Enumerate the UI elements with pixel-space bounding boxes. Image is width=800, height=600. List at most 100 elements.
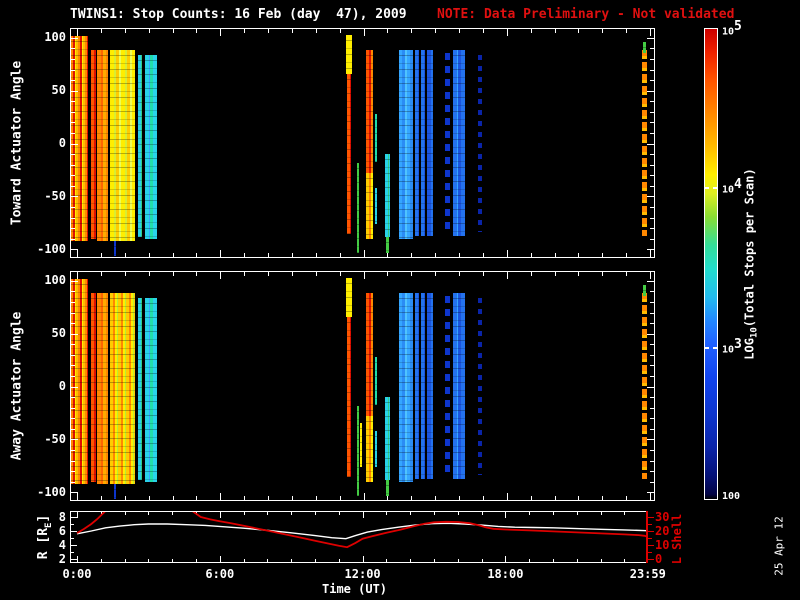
spectro-stripe bbox=[356, 162, 359, 254]
x-tick bbox=[554, 496, 556, 500]
x-tick bbox=[411, 29, 413, 33]
y-tick bbox=[650, 354, 654, 356]
y-tick bbox=[647, 439, 654, 441]
y-axis-label-away: Away Actuator Angle bbox=[9, 311, 25, 461]
y-tick-label: -50 bbox=[44, 188, 66, 203]
spectro-stripe bbox=[420, 50, 426, 237]
y-tick bbox=[647, 143, 654, 145]
y-tick bbox=[71, 407, 75, 409]
x-tick bbox=[291, 272, 293, 276]
x-tick bbox=[506, 493, 508, 500]
y-tick bbox=[71, 481, 75, 483]
x-tick bbox=[650, 250, 651, 257]
x-tick bbox=[244, 272, 246, 276]
spectro-stripe bbox=[399, 293, 414, 482]
spectro-stripe bbox=[385, 154, 390, 237]
x-tick bbox=[411, 496, 413, 500]
colorbar-dash bbox=[713, 346, 717, 349]
colorbar bbox=[704, 28, 718, 500]
y-tick bbox=[650, 471, 654, 473]
spectro-stripe bbox=[374, 356, 378, 406]
y-tick bbox=[71, 301, 75, 303]
y-tick bbox=[71, 333, 78, 335]
x-tick bbox=[578, 253, 580, 257]
colorbar-tick-label: 104 bbox=[722, 177, 742, 196]
y-tick bbox=[650, 48, 654, 50]
y-tick bbox=[650, 185, 654, 187]
x-tick bbox=[482, 272, 484, 276]
r-tick-label: 6 bbox=[58, 523, 66, 538]
x-tick bbox=[387, 253, 389, 257]
spectro-stripe bbox=[71, 35, 88, 241]
lshell-axis-line bbox=[646, 511, 648, 563]
x-tick bbox=[196, 496, 198, 500]
x-tick bbox=[339, 29, 341, 33]
x-tick bbox=[411, 253, 413, 257]
spectro-stripe bbox=[346, 34, 353, 74]
y-tick bbox=[650, 291, 654, 293]
x-tick bbox=[459, 29, 460, 33]
y-tick bbox=[71, 428, 75, 430]
colorbar-dash bbox=[705, 346, 709, 349]
spectro-stripe bbox=[642, 285, 646, 296]
l-tick-label: 10 bbox=[655, 537, 670, 552]
x-tick bbox=[602, 253, 604, 257]
x-tick bbox=[459, 253, 460, 257]
spectro-stripe bbox=[444, 295, 451, 478]
y-tick bbox=[650, 460, 654, 462]
y-tick-label: -100 bbox=[37, 484, 66, 499]
r-tick-label: 8 bbox=[58, 509, 66, 524]
y-tick bbox=[650, 375, 654, 377]
preliminary-note: NOTE: Data Preliminary - Not validated bbox=[437, 7, 735, 22]
y-tick-label: 0 bbox=[58, 136, 66, 150]
x-tick bbox=[530, 29, 532, 33]
y-tick bbox=[650, 122, 654, 124]
x-tick bbox=[626, 496, 628, 500]
y-tick bbox=[650, 175, 654, 177]
x-tick bbox=[268, 253, 269, 257]
y-tick bbox=[71, 122, 75, 124]
y-tick bbox=[650, 132, 654, 134]
y-tick bbox=[71, 397, 75, 399]
x-tick bbox=[387, 272, 389, 276]
x-tick bbox=[554, 29, 556, 33]
x-tick bbox=[363, 29, 365, 36]
x-tick bbox=[100, 253, 102, 257]
spectro-stripe bbox=[642, 42, 646, 53]
spectro-stripe bbox=[365, 416, 374, 482]
y-tick bbox=[71, 132, 75, 134]
spectro-stripe bbox=[399, 50, 414, 239]
y-tick bbox=[71, 58, 75, 60]
y-tick bbox=[71, 280, 78, 282]
x-tick bbox=[100, 29, 102, 33]
x-tick bbox=[244, 29, 246, 33]
x-tick bbox=[220, 272, 222, 279]
x-tick bbox=[530, 253, 532, 257]
colorbar-dash bbox=[705, 187, 709, 190]
x-tick bbox=[339, 272, 341, 276]
x-tick bbox=[220, 493, 222, 500]
y-tick bbox=[71, 418, 75, 420]
spectro-stripe bbox=[110, 50, 136, 242]
spectro-stripe bbox=[374, 113, 378, 163]
y-tick bbox=[650, 428, 654, 430]
x-tick bbox=[315, 29, 317, 33]
x-tick bbox=[363, 493, 365, 500]
y-tick bbox=[647, 37, 654, 39]
x-tick bbox=[268, 29, 269, 33]
y-tick bbox=[71, 175, 75, 177]
x-tick bbox=[315, 272, 317, 276]
y-tick bbox=[71, 344, 75, 346]
x-tick bbox=[124, 496, 126, 500]
y-tick bbox=[650, 217, 654, 219]
spectro-stripe bbox=[346, 73, 352, 235]
y-tick bbox=[71, 37, 78, 39]
y-tick-label: -50 bbox=[44, 431, 66, 446]
x-tick bbox=[578, 272, 580, 276]
y-tick bbox=[71, 386, 78, 388]
x-tick bbox=[196, 253, 198, 257]
l-tick bbox=[648, 538, 652, 539]
spectro-stripe bbox=[346, 277, 353, 317]
x-tick bbox=[196, 272, 198, 276]
y-tick bbox=[650, 312, 654, 314]
